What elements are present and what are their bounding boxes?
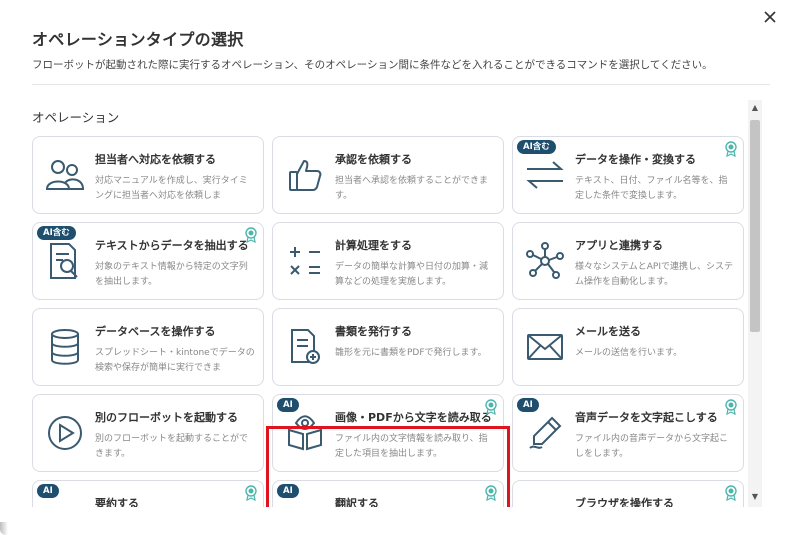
card-title: 承認を依頼する	[335, 153, 412, 166]
card-title: データを操作・変換する	[575, 153, 696, 166]
card-title: メールを送る	[575, 325, 641, 338]
scrollbar[interactable]: ▲ ▼	[748, 100, 762, 507]
play-icon	[45, 413, 85, 453]
award-ribbon-icon	[725, 141, 737, 158]
card-title: 要約する	[95, 497, 139, 507]
card-title: 翻訳する	[335, 497, 379, 507]
mail-icon	[525, 327, 565, 367]
dialog-title: オペレーションタイプの選択	[32, 30, 244, 49]
card-title: 計算処理をする	[335, 239, 412, 252]
thumbs-up-icon	[285, 155, 325, 195]
document-search-icon	[45, 241, 85, 281]
operation-card[interactable]: 担当者へ対応を依頼する対応マニュアルを作成し、実行タイミングに担当者へ対応を依頼…	[32, 136, 264, 214]
card-title: テキストからデータを抽出する	[95, 239, 249, 252]
card-title: 書類を発行する	[335, 325, 412, 338]
award-ribbon-icon	[485, 485, 497, 502]
ai-badge: AI	[277, 484, 299, 498]
card-description: 様々なシステムとAPIで連携し、システム操作を自動化します。	[575, 262, 733, 287]
card-description: 対応マニュアルを作成し、実行タイミングに担当者へ対応を依頼しま	[95, 176, 248, 201]
network-icon	[525, 241, 565, 281]
card-description: 担当者へ承認を依頼することができます。	[335, 176, 489, 201]
operation-card[interactable]: 音声データを文字起こしするファイル内の音声データから文字起こしをします。 AI	[512, 394, 744, 472]
scroll-up-icon[interactable]: ▲	[750, 102, 760, 112]
ai-badge: AI	[277, 398, 299, 412]
operation-card[interactable]: 承認を依頼する担当者へ承認を依頼することができます。	[272, 136, 504, 214]
ai-badge: AI	[517, 398, 539, 412]
card-title: データベースを操作する	[95, 325, 216, 338]
card-title: 画像・PDFから文字を読み取る	[335, 411, 492, 424]
operation-card[interactable]: 画像・PDFから文字を読み取るファイル内の文字情報を読み取り、指定した項目を抽出…	[272, 394, 504, 472]
card-description: メールの送信を行います。	[575, 348, 683, 358]
card-title: 音声データを文字起こしする	[575, 411, 718, 424]
dialog-subtitle: フローボットが起動された際に実行するオペレーション、そのオペレーション間に条件な…	[32, 59, 713, 71]
book-eye-icon	[285, 413, 325, 453]
card-title: 担当者へ対応を依頼する	[95, 153, 216, 166]
award-ribbon-icon	[725, 399, 737, 416]
card-description: ファイル内の音声データから文字起こしをします。	[575, 434, 729, 459]
operation-card[interactable]: アプリと連携する様々なシステムとAPIで連携し、システム操作を自動化します。	[512, 222, 744, 300]
operation-card[interactable]: 計算処理をするデータの簡単な計算や日付の加算・減算などの処理を実施します。	[272, 222, 504, 300]
users-icon	[45, 155, 85, 195]
corner-shadow	[0, 522, 8, 535]
award-ribbon-icon	[485, 399, 497, 416]
swap-arrows-icon	[525, 155, 565, 195]
operation-card[interactable]: 書類を発行する雛形を元に書類をPDFで発行します。	[272, 308, 504, 386]
document-add-icon	[285, 327, 325, 367]
operation-list[interactable]: オペレーション 担当者へ対応を依頼する対応マニュアルを作成し、実行タイミングに担…	[0, 100, 762, 507]
award-ribbon-icon	[725, 485, 737, 502]
close-icon[interactable]	[764, 11, 776, 23]
ai-badge: AI含む	[37, 226, 76, 240]
card-description: データの簡単な計算や日付の加算・減算などの処理を実施します。	[335, 262, 489, 287]
operation-card[interactable]: テキストからデータを抽出する対象のテキスト情報から特定の文字列を抽出します。 AI…	[32, 222, 264, 300]
section-title: オペレーション	[32, 110, 120, 125]
operation-card[interactable]: 別のフローボットを起動する別のフローボットを起動することができます。	[32, 394, 264, 472]
ai-badge: AI含む	[517, 140, 556, 154]
card-description: テキスト、日付、ファイル名等を、指定した条件で変換します。	[575, 176, 728, 201]
operation-card[interactable]: 翻訳する AI	[272, 480, 504, 507]
award-ribbon-icon	[245, 227, 257, 244]
ai-badge: AI	[37, 484, 59, 498]
scroll-down-icon[interactable]: ▼	[750, 491, 760, 501]
card-title: アプリと連携する	[575, 239, 663, 252]
operation-card[interactable]: メールを送るメールの送信を行います。	[512, 308, 744, 386]
operation-type-dialog: オペレーションタイプの選択 フローボットが起動された際に実行するオペレーション、…	[0, 0, 792, 535]
divider	[32, 84, 770, 85]
pen-icon	[525, 413, 565, 453]
operation-card[interactable]: ブラウザを操作する	[512, 480, 744, 507]
card-title: 別のフローボットを起動する	[95, 411, 238, 424]
card-description: 雛形を元に書類をPDFで発行します。	[335, 348, 487, 358]
card-description: スプレッドシート・kintoneでデータの検索や保存が簡単に実行できま	[95, 348, 255, 373]
card-description: 別のフローボットを起動することができます。	[95, 434, 249, 459]
operation-card[interactable]: データベースを操作するスプレッドシート・kintoneでデータの検索や保存が簡単…	[32, 308, 264, 386]
calculator-icon	[285, 241, 325, 281]
operation-card[interactable]: 要約する AI	[32, 480, 264, 507]
operation-card[interactable]: データを操作・変換するテキスト、日付、ファイル名等を、指定した条件で変換します。…	[512, 136, 744, 214]
close-button[interactable]	[760, 7, 780, 27]
database-icon	[45, 327, 85, 367]
scroll-thumb[interactable]	[750, 120, 760, 332]
card-description: ファイル内の文字情報を読み取り、指定した項目を抽出します。	[335, 434, 488, 459]
award-ribbon-icon	[245, 485, 257, 502]
card-description: 対象のテキスト情報から特定の文字列を抽出します。	[95, 262, 248, 287]
card-title: ブラウザを操作する	[575, 497, 674, 507]
